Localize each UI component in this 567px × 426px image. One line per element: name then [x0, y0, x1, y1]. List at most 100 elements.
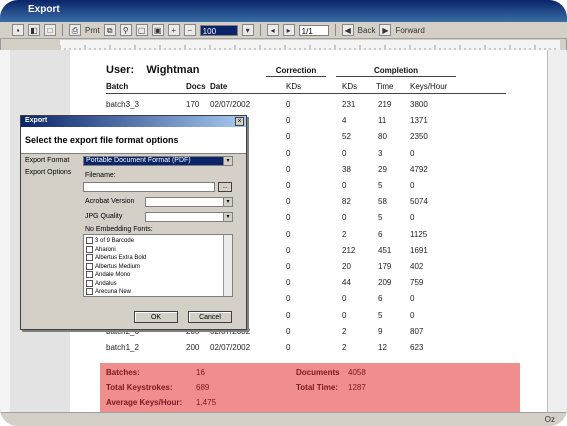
documents-label: Documents [296, 368, 340, 377]
correction-kds-cell: 0 [286, 181, 291, 190]
back-button[interactable]: Back [358, 26, 376, 35]
page-icon[interactable]: □ [44, 24, 56, 36]
list-item[interactable]: Andale Mono [86, 271, 130, 278]
table-row: batch1_2 200 02/07/2002 0 2 12 623 [106, 343, 506, 355]
browse-button[interactable]: ... [218, 182, 232, 192]
export-icon[interactable]: ◧ [28, 24, 40, 36]
font-name: Andalus [95, 280, 117, 287]
fonts-list[interactable]: 3 of 9 Barcode Aharoni Albertus Extra Bold… [83, 234, 233, 297]
app-window: Export ▪ ◧ □ ⎙ Prnt ⧉ ⚲ ▢ ▣ + − 100 ▾ ◂ … [0, 0, 567, 426]
export-format-select[interactable]: Portable Document Format (PDF) ▾ [83, 156, 233, 166]
chevron-down-icon[interactable]: ▾ [223, 198, 232, 206]
filename-input[interactable] [83, 182, 215, 192]
table-row: batch3_3 170 02/07/2002 0 231 219 3800 [106, 100, 506, 112]
acrobat-version-select[interactable]: ▾ [145, 197, 233, 207]
report-user: User: Wightman [106, 64, 199, 76]
time-cell: 451 [378, 245, 392, 255]
multi-page-icon[interactable]: ▣ [151, 24, 164, 36]
chevron-down-icon[interactable]: ▾ [223, 157, 232, 165]
completion-kds-cell: 0 [342, 310, 347, 320]
time-cell: 29 [378, 164, 387, 174]
date-header: Date [210, 82, 228, 91]
keys-per-hour-cell: 0 [410, 213, 415, 223]
previous-page-icon[interactable]: ◂ [266, 24, 279, 36]
font-name: Aharoni [95, 246, 116, 253]
cancel-button[interactable]: Cancel [188, 311, 232, 323]
docs-cell: 200 [186, 343, 200, 352]
completion-kds-cell: 4 [342, 116, 347, 126]
correction-group-header: Correction [266, 66, 326, 77]
filename-label: Filename: [85, 172, 116, 179]
batches-value: 16 [196, 368, 205, 377]
save-icon[interactable]: ▪ [12, 24, 24, 36]
zoom-in-icon[interactable]: + [167, 24, 180, 36]
correction-kds-cell: 0 [286, 197, 291, 207]
batch-cell: batch3_3 [106, 100, 139, 109]
keystrokes-value: 689 [196, 383, 210, 392]
checkbox[interactable] [86, 254, 93, 261]
fonts-list-scrollbar[interactable] [223, 235, 232, 296]
forward-button[interactable]: Forward [395, 26, 424, 35]
list-item[interactable]: Albertus Medium [86, 262, 140, 270]
single-page-icon[interactable]: ▢ [135, 24, 148, 36]
time-cell: 12 [378, 343, 387, 352]
export-options-label: Export Options [25, 169, 72, 176]
dialog-title: Export [25, 117, 48, 124]
list-item[interactable]: 3 of 9 Barcode [86, 237, 134, 244]
jpg-quality-select[interactable]: ▾ [145, 212, 233, 222]
ok-button[interactable]: OK [134, 311, 178, 323]
zoom-dropdown-icon[interactable]: ▾ [241, 24, 254, 36]
time-cell: 5 [378, 310, 383, 320]
back-icon[interactable]: ◀ [341, 24, 354, 36]
correction-kds-cell: 0 [286, 229, 291, 239]
checkbox[interactable] [86, 245, 93, 253]
font-name: Arecuna New [95, 289, 132, 296]
chevron-down-icon[interactable]: ▾ [223, 213, 232, 221]
completion-kds-cell: 212 [342, 245, 356, 255]
correction-kds-cell: 0 [286, 100, 291, 109]
vertical-scrollbar[interactable] [547, 50, 567, 412]
documents-value: 4058 [348, 368, 366, 377]
page-number-input[interactable]: 1/1 [298, 24, 329, 36]
print-button[interactable]: Prnt [85, 26, 100, 35]
time-cell: 5 [378, 213, 383, 223]
list-item[interactable]: Arecuna New [86, 288, 131, 295]
checkbox[interactable] [86, 262, 93, 270]
completion-group-header: Completion [336, 66, 456, 77]
zoom-out-icon[interactable]: − [183, 24, 196, 36]
copy-icon[interactable]: ⧉ [103, 24, 116, 36]
next-page-icon[interactable]: ▸ [282, 24, 295, 36]
keys-per-hour-cell: 2350 [410, 132, 428, 142]
docs-cell: 170 [186, 100, 200, 109]
correction-kds-cell: 0 [286, 213, 291, 223]
completion-kds-cell: 44 [342, 278, 351, 288]
list-item[interactable]: Andalus [86, 279, 117, 287]
keys-per-hour-cell: 0 [410, 310, 415, 320]
dialog-title-bar: Export × [21, 116, 246, 127]
zoom-select[interactable]: 100 [199, 24, 238, 36]
find-icon[interactable]: ⚲ [119, 24, 132, 36]
completion-kds-cell: 0 [342, 181, 347, 190]
dialog-header: Select the export file format options [21, 127, 246, 154]
keystrokes-label: Total Keystrokes: [106, 383, 173, 392]
list-item[interactable]: Aharoni [86, 245, 116, 253]
forward-icon[interactable]: ▶ [379, 24, 392, 36]
toolbar-separator [334, 24, 336, 36]
checkbox[interactable] [86, 279, 93, 287]
correction-kds-cell: 0 [286, 343, 291, 352]
correction-kds-header: KDs [286, 82, 302, 91]
checkbox[interactable] [86, 288, 93, 295]
export-format-label: Export Format [25, 157, 70, 164]
print-icon[interactable]: ⎙ [69, 24, 81, 36]
close-icon[interactable]: × [235, 117, 244, 126]
user-name: Wightman [146, 64, 200, 76]
correction-kds-cell: 0 [286, 294, 291, 304]
list-item[interactable]: Albertus Extra Bold [86, 254, 146, 261]
checkbox[interactable] [86, 237, 93, 244]
header-rule [106, 93, 506, 94]
keys-per-hour-cell: 1371 [410, 116, 428, 126]
checkbox[interactable] [86, 271, 93, 278]
font-name: Albertus Extra Bold [95, 255, 147, 262]
jpg-quality-label: JPG Quality [85, 213, 123, 220]
date-cell: 02/07/2002 [210, 343, 251, 352]
